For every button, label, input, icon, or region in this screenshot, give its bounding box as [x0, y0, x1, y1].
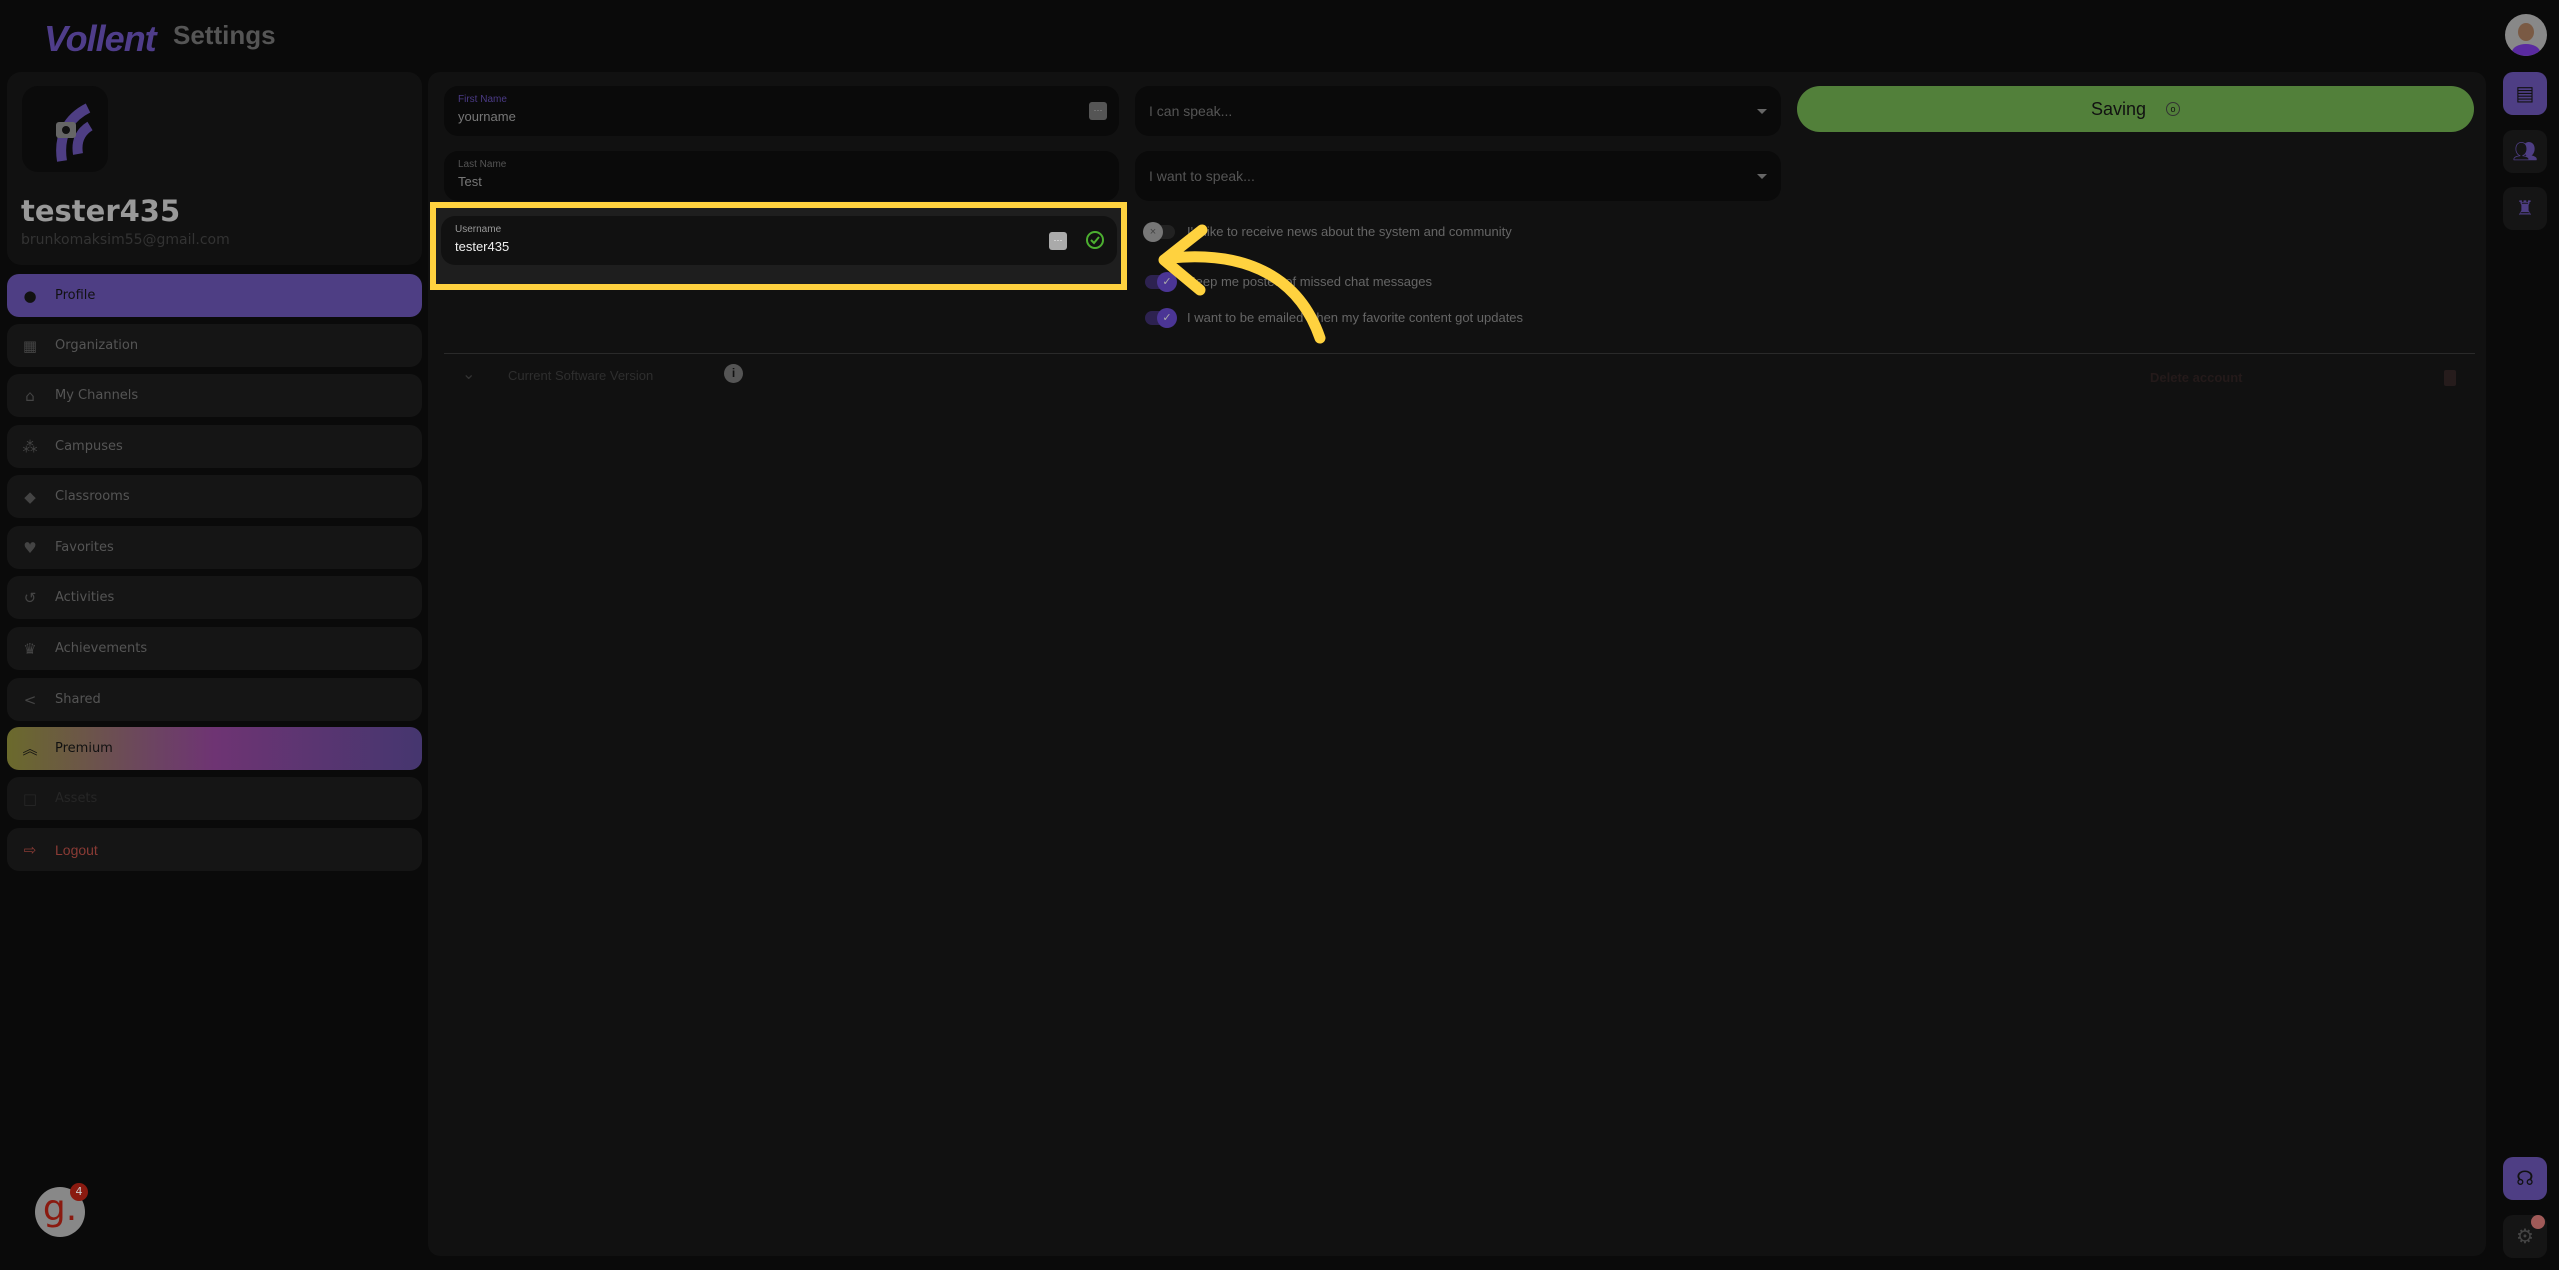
sidebar-item-campuses[interactable]: ⁂ Campuses: [7, 425, 422, 468]
info-icon[interactable]: i: [724, 364, 743, 383]
user-avatar[interactable]: [2505, 14, 2547, 56]
chat-icon: ▤: [2515, 83, 2535, 105]
sidebar-item-achievements[interactable]: ♛ Achievements: [7, 627, 422, 670]
annotation-arrow: [1158, 224, 1326, 344]
people-button[interactable]: 👥︎: [2503, 130, 2547, 173]
sidebar-item-label: Organization: [55, 338, 139, 353]
g-widget-button[interactable]: g. 4: [35, 1183, 88, 1237]
sidebar-item-profile[interactable]: ● Profile: [7, 274, 422, 317]
gear-icon: ⚙: [2516, 1226, 2534, 1248]
page-title: Settings: [173, 20, 276, 50]
sidebar-item-label: Campuses: [55, 439, 123, 454]
last-name-value: Test: [458, 174, 482, 189]
first-name-field[interactable]: First Name yourname ···: [444, 86, 1119, 136]
blender-icon: ♜: [2516, 198, 2534, 220]
divider: [444, 353, 2475, 354]
notification-dot: [2531, 1215, 2545, 1229]
can-speak-select[interactable]: I can speak...: [1135, 86, 1781, 136]
profile-email: brunkomaksim55@gmail.com: [21, 232, 230, 248]
sidebar-item-label: Classrooms: [55, 489, 130, 504]
profile-card: tester435 brunkomaksim55@gmail.com: [7, 72, 422, 265]
sidebar-item-label: Favorites: [55, 540, 114, 555]
sidebar-item-label: Shared: [55, 692, 101, 707]
first-name-label: First Name: [458, 94, 507, 105]
check-circle-icon: [1086, 231, 1104, 249]
settings-button[interactable]: ⚙: [2503, 1215, 2547, 1258]
history-icon: ↺: [23, 588, 37, 607]
want-speak-select[interactable]: I want to speak...: [1135, 151, 1781, 201]
profile-avatar-upload[interactable]: [22, 86, 108, 172]
logout-icon: ⇨: [23, 841, 37, 859]
school-icon: ◆: [24, 487, 36, 506]
first-name-value: yourname: [458, 109, 516, 124]
username-field[interactable]: Username tester435 ···: [441, 216, 1117, 265]
trash-icon[interactable]: [2444, 370, 2456, 386]
save-label: Saving: [2090, 98, 2147, 119]
caret-down-icon: [1757, 108, 1767, 114]
headset-icon: ☊: [2516, 1168, 2534, 1190]
sidebar-item-label: Premium: [55, 741, 113, 756]
profile-username: tester435: [21, 194, 181, 228]
sidebar-item-my-channels[interactable]: ⌂ My Channels: [7, 374, 422, 417]
version-label: Current Software Version: [508, 368, 654, 383]
sidebar-item-organization[interactable]: ▦ Organization: [7, 324, 422, 367]
spinner-icon: o: [2166, 102, 2181, 116]
sidebar-item-label: Assets: [55, 791, 98, 806]
password-manager-icon[interactable]: ···: [1089, 102, 1107, 120]
can-speak-placeholder: I can speak...: [1149, 103, 1233, 119]
camera-icon: [56, 103, 93, 162]
logo[interactable]: Vollent: [44, 18, 157, 60]
square-icon: □: [22, 789, 38, 808]
delete-account-button[interactable]: Delete account: [2150, 370, 2242, 385]
trophy-icon: ♛: [23, 639, 37, 658]
sidebar-item-favorites[interactable]: ♥ Favorites: [7, 526, 422, 569]
chevron-down-icon[interactable]: ⌄: [462, 364, 475, 384]
caret-down-icon: [1757, 173, 1767, 179]
home-icon: ⌂: [25, 386, 35, 405]
username-value: tester435: [455, 239, 510, 254]
sidebar-item-label: My Channels: [55, 388, 139, 403]
want-speak-placeholder: I want to speak...: [1149, 168, 1255, 184]
last-name-label: Last Name: [458, 159, 507, 170]
sidebar-item-classrooms[interactable]: ◆ Classrooms: [7, 475, 422, 518]
sidebar-item-activities[interactable]: ↺ Activities: [7, 576, 422, 619]
chat-button[interactable]: ▤: [2503, 72, 2547, 115]
sidebar-item-label: Activities: [55, 590, 115, 605]
support-button[interactable]: ☊: [2503, 1157, 2547, 1200]
sidebar-item-logout[interactable]: ⇨ Logout: [7, 828, 422, 871]
password-manager-icon[interactable]: ···: [1049, 232, 1067, 250]
sidebar-item-label: Profile: [55, 288, 96, 303]
last-name-field[interactable]: Last Name Test: [444, 151, 1119, 201]
heart-icon: ♥: [23, 538, 37, 557]
share-icon: <: [23, 690, 37, 709]
save-button[interactable]: Saving o: [1797, 86, 2474, 132]
notification-badge: 4: [70, 1183, 88, 1201]
group-icon: ⁂: [22, 437, 38, 456]
username-label: Username: [455, 224, 502, 235]
building-icon: ▦: [22, 336, 38, 355]
sidebar-item-label: Logout: [55, 841, 98, 858]
sidebar-item-assets[interactable]: □ Assets: [7, 777, 422, 820]
blender-button[interactable]: ♜: [2503, 187, 2547, 230]
account-circle-icon: ●: [23, 286, 37, 305]
sidebar-item-shared[interactable]: < Shared: [7, 678, 422, 721]
people-icon: 👥︎: [2512, 141, 2538, 163]
sidebar-item-premium[interactable]: ︽ Premium: [7, 727, 422, 770]
sidebar-item-label: Achievements: [55, 641, 148, 656]
double-chevron-up-icon: ︽: [22, 740, 38, 758]
